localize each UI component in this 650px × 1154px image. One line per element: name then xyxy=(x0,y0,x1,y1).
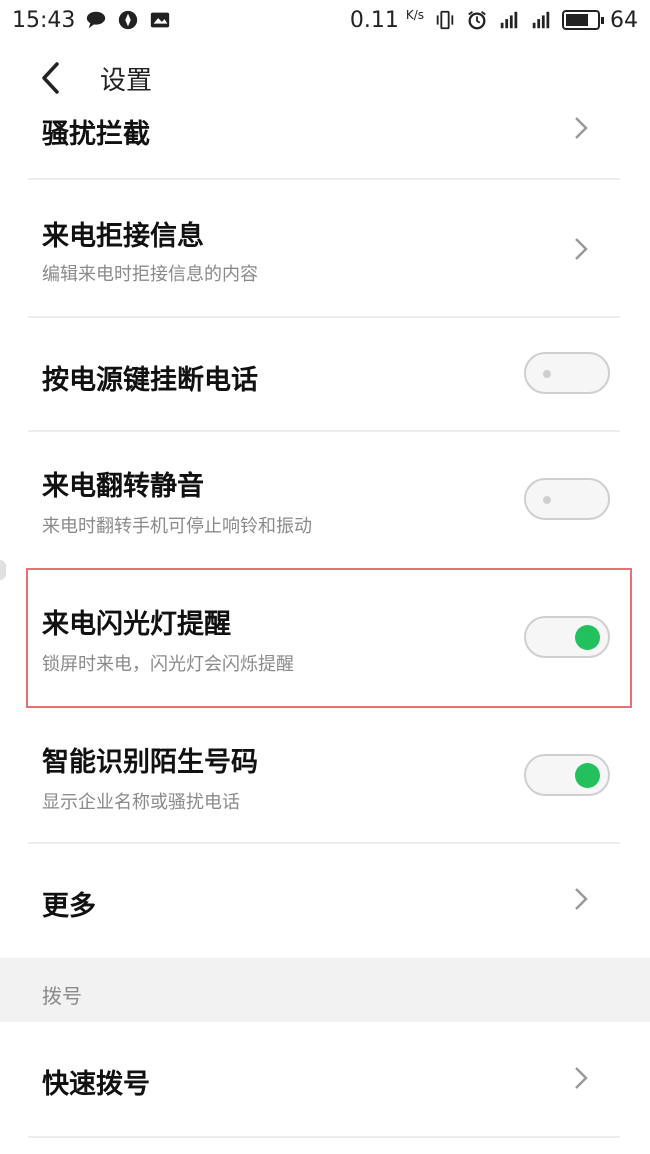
row-subtitle: 编辑来电时拒接信息的内容 xyxy=(42,264,258,285)
row-content: 快速拨号 xyxy=(42,1022,610,1136)
chevron-right-icon xyxy=(575,117,588,139)
row-title: 来电翻转静音 xyxy=(42,471,204,502)
row-title: 智能识别陌生号码 xyxy=(42,747,258,778)
page-title: 设置 xyxy=(100,65,153,96)
section-label: 拨号 xyxy=(42,984,82,1008)
row-title: 更多 xyxy=(42,891,96,922)
compass-icon xyxy=(119,10,138,30)
row-content: 按电源键挂断电话 xyxy=(42,318,610,432)
back-button[interactable] xyxy=(20,48,80,108)
status-bar: 15:43 0.11 K/s 64 xyxy=(0,0,650,40)
settings-row-power-key-hangup: 按电源键挂断电话 xyxy=(0,318,650,432)
row-content: 来电拒接信息 编辑来电时拒接信息的内容 xyxy=(42,180,610,318)
chevron-right-icon xyxy=(575,238,588,260)
title-bar: 设置 xyxy=(0,48,650,108)
settings-row-smart-id: 智能识别陌生号码 显示企业名称或骚扰电话 xyxy=(0,708,650,842)
chevron-right-icon xyxy=(575,888,588,910)
toggle-knob xyxy=(543,370,551,378)
settings-row-reject-message[interactable]: 来电拒接信息 编辑来电时拒接信息的内容 xyxy=(0,180,650,318)
divider xyxy=(28,1136,620,1138)
row-subtitle: 来电时翻转手机可停止响铃和振动 xyxy=(42,516,312,537)
row-title: 骚扰拦截 xyxy=(42,119,150,150)
status-left: 15:43 xyxy=(12,8,171,33)
section-header-dial: 拨号 xyxy=(0,958,650,1022)
alarm-icon xyxy=(468,11,486,30)
settings-row-speed-dial[interactable]: 快速拨号 xyxy=(0,1022,650,1136)
battery-level: 64 xyxy=(610,7,638,33)
row-content: 智能识别陌生号码 显示企业名称或骚扰电话 xyxy=(42,708,610,842)
row-title: 来电拒接信息 xyxy=(42,221,204,252)
chat-icon xyxy=(87,11,106,29)
row-content: 更多 xyxy=(42,844,610,958)
back-arrow-icon xyxy=(42,62,59,94)
status-time: 15:43 xyxy=(12,7,76,33)
settings-row-harassment[interactable]: 骚扰拦截 xyxy=(0,108,650,180)
signal-icon xyxy=(532,11,550,29)
row-content: 骚扰拦截 xyxy=(42,108,610,180)
row-content: 来电翻转静音 来电时翻转手机可停止响铃和振动 xyxy=(42,432,610,566)
toggle-knob xyxy=(575,763,600,788)
row-title: 快速拨号 xyxy=(42,1069,150,1100)
settings-row-more[interactable]: 更多 xyxy=(0,844,650,958)
highlight-box xyxy=(26,568,632,708)
flip-mute-toggle[interactable] xyxy=(524,478,610,520)
battery-icon xyxy=(562,10,604,30)
network-speed-value: 0.11 xyxy=(349,7,399,33)
row-subtitle: 显示企业名称或骚扰电话 xyxy=(42,792,240,813)
network-speed: 0.11 K/s xyxy=(350,8,424,33)
chevron-right-icon xyxy=(575,1067,588,1089)
network-speed-unit: K/s xyxy=(405,7,424,22)
status-right: 0.11 K/s 64 xyxy=(350,8,638,33)
smart-id-toggle[interactable] xyxy=(524,754,610,796)
toggle-knob xyxy=(543,496,551,504)
signal-4g-icon xyxy=(500,11,518,29)
vibrate-icon xyxy=(436,10,454,30)
battery-fill xyxy=(566,14,588,26)
power-key-hangup-toggle[interactable] xyxy=(524,352,610,394)
screen: 15:43 0.11 K/s 64 设置 骚扰拦截 来电拒接信息 编辑来电时拒接… xyxy=(0,0,650,1154)
settings-row-flip-mute: 来电翻转静音 来电时翻转手机可停止响铃和振动 xyxy=(0,432,650,566)
row-title: 按电源键挂断电话 xyxy=(42,365,258,396)
photo-icon xyxy=(151,12,170,28)
